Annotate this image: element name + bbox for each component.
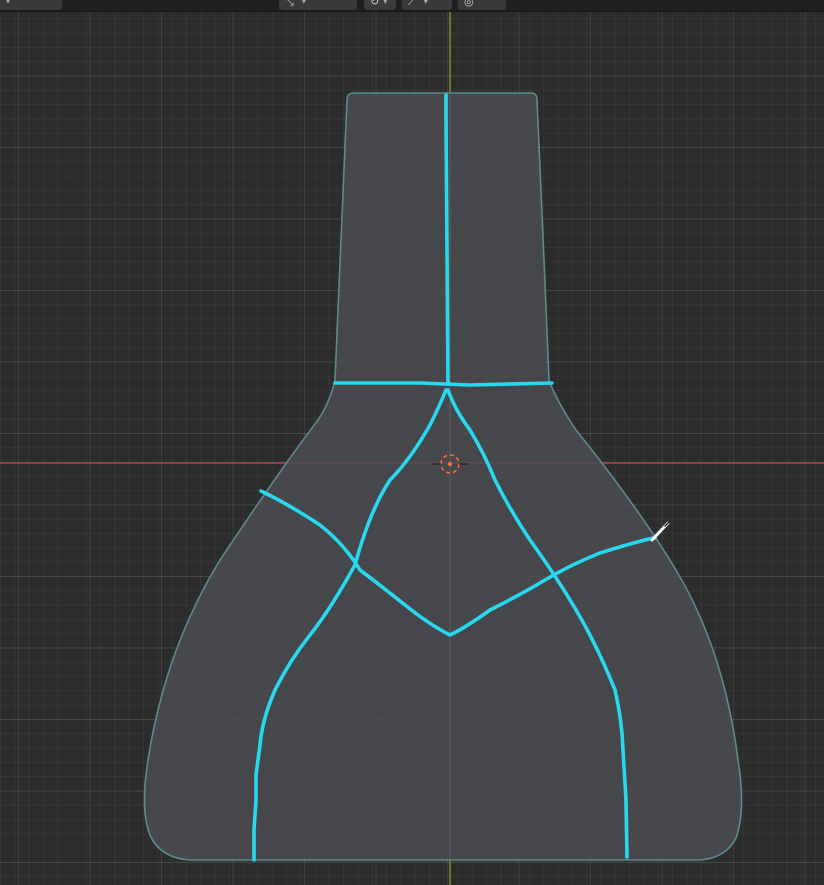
snap-icon: ⟋ bbox=[408, 0, 416, 8]
mode-dropdown[interactable]: ▾ bbox=[0, 0, 62, 10]
pivot-point-dropdown[interactable]: ↻ ▾ bbox=[364, 0, 396, 10]
transform-orientation-dropdown[interactable]: ⤡ ▾ bbox=[279, 0, 357, 10]
viewport-canvas[interactable] bbox=[0, 0, 824, 885]
mesh-object[interactable] bbox=[143, 92, 743, 861]
proportional-editing-button[interactable]: ◎ bbox=[458, 0, 506, 10]
chevron-down-icon: ▾ bbox=[6, 0, 11, 6]
3d-cursor-center bbox=[447, 461, 453, 467]
snap-dropdown[interactable]: ⟋ ▾ bbox=[402, 0, 452, 10]
proportional-editing-icon: ◎ bbox=[464, 0, 474, 8]
viewport-header: ▾ ⤡ ▾ ↻ ▾ ⟋ ▾ ◎ bbox=[0, 0, 824, 12]
stroke-neck-horizontal bbox=[333, 381, 554, 387]
chevron-down-icon: ▾ bbox=[423, 0, 428, 6]
chevron-down-icon: ▾ bbox=[301, 0, 306, 6]
pencil-cursor-icon bbox=[650, 521, 670, 542]
pivot-icon: ↻ bbox=[370, 0, 380, 8]
chevron-down-icon: ▾ bbox=[383, 0, 388, 6]
orientation-icon: ⤡ bbox=[285, 0, 294, 8]
stroke-center-vertical bbox=[444, 93, 450, 385]
